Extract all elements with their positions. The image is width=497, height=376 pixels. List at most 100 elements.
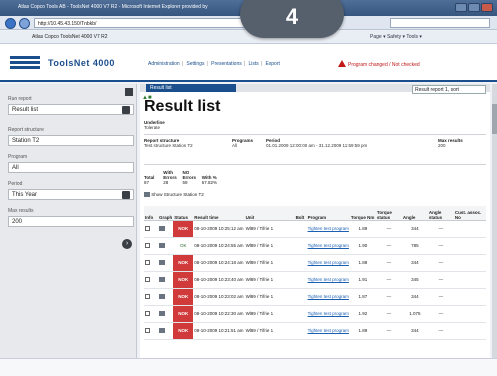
torque-value: 1.88: [349, 254, 376, 272]
table-row[interactable]: NOK 08-10-2009 10:25:12 am Wl89 / Tifrie 1…: [144, 220, 486, 238]
graph-icon[interactable]: [159, 243, 165, 249]
top-navigation: Administration | Settings | Presentations |…: [148, 61, 280, 67]
row-graph[interactable]: [158, 271, 174, 289]
app-logo-text: ToolsNet 4000: [48, 58, 115, 68]
angle-value: 344: [401, 254, 428, 272]
unit-cell: Wl89 / Tifrie 1: [244, 322, 295, 340]
table-row[interactable]: NOK 08-10-2009 10:21:51 am Wl89 / Tifrie 1…: [144, 322, 486, 340]
program-link[interactable]: Tighten test program: [306, 220, 350, 238]
structure-field[interactable]: Station T2: [8, 135, 134, 146]
close-button[interactable]: [481, 3, 493, 12]
col-angle[interactable]: Angle: [401, 206, 428, 221]
col-unit[interactable]: Unit: [244, 206, 295, 221]
graph-icon[interactable]: [159, 328, 165, 334]
program-link[interactable]: Tighten test program: [306, 322, 350, 340]
col-angle-status[interactable]: Angle status: [427, 206, 454, 221]
graph-icon[interactable]: [159, 226, 165, 232]
run-report-button[interactable]: ›: [122, 239, 132, 249]
row-info[interactable]: [144, 322, 158, 340]
row-info[interactable]: [144, 254, 158, 272]
row-graph[interactable]: [158, 220, 174, 238]
graph-icon[interactable]: [159, 311, 165, 317]
table-row[interactable]: OK 08-10-2009 10:24:55 am Wl89 / Tifrie 1 T…: [144, 237, 486, 255]
table-row[interactable]: NOK 08-10-2009 10:23:40 am Wl89 / Tifrie 1…: [144, 271, 486, 289]
export-link[interactable]: Show Structure Station T2: [144, 192, 204, 198]
col-torque[interactable]: Torque Nm: [349, 206, 376, 221]
col-bolt[interactable]: Bolt: [294, 206, 307, 221]
graph-icon[interactable]: [159, 277, 165, 283]
program-field[interactable]: All: [8, 162, 134, 173]
minimize-button[interactable]: [455, 3, 467, 12]
meta-structure: Report structure Test structure Station T…: [144, 138, 193, 148]
cust-cell: [453, 220, 486, 238]
row-graph[interactable]: [158, 254, 174, 272]
status-badge: NOK: [173, 271, 194, 289]
nav-administration[interactable]: Administration: [148, 61, 180, 67]
row-checkbox[interactable]: [145, 294, 150, 300]
col-torque-status[interactable]: Torque status: [375, 206, 402, 221]
row-info[interactable]: [144, 288, 158, 306]
forward-icon[interactable]: [19, 18, 30, 29]
graph-icon[interactable]: [159, 294, 165, 300]
table-row[interactable]: NOK 08-10-2009 10:23:02 am Wl89 / Tifrie 1…: [144, 288, 486, 306]
row-graph[interactable]: [158, 288, 174, 306]
app-header: ToolsNet 4000 Administration | Settings | …: [0, 44, 497, 82]
col-program[interactable]: Program: [306, 206, 350, 221]
nav-export[interactable]: Export: [265, 61, 279, 67]
favorite-tab[interactable]: Atlas Copco ToolsNet 4000 V7 R2: [32, 34, 108, 40]
table-row[interactable]: NOK 08-10-2009 10:22:30 am Wl89 / Tifrie 1…: [144, 305, 486, 323]
scrollbar-thumb[interactable]: [492, 104, 497, 134]
vertical-scrollbar[interactable]: [492, 84, 497, 358]
subtitle: Underline Tolerate: [144, 120, 165, 130]
row-checkbox[interactable]: [145, 311, 150, 317]
browser-tools-menu[interactable]: Page ▾ Safety ▾ Tools ▾: [370, 34, 422, 40]
row-checkbox[interactable]: [145, 277, 150, 283]
collapse-icon[interactable]: [125, 88, 133, 96]
calendar-icon[interactable]: [122, 191, 130, 199]
graph-icon[interactable]: [159, 260, 165, 266]
col-info[interactable]: Info: [144, 206, 158, 221]
maximize-button[interactable]: [468, 3, 480, 12]
row-info[interactable]: [144, 237, 158, 255]
cust-cell: [453, 305, 486, 323]
view-select[interactable]: Result report 1, sort: [412, 85, 486, 94]
program-link[interactable]: Tighten test program: [306, 288, 350, 306]
program-link[interactable]: Tighten test program: [306, 254, 350, 272]
report-picker-icon[interactable]: [122, 106, 130, 114]
nav-presentations[interactable]: Presentations: [211, 61, 242, 67]
browser-search-input[interactable]: [390, 18, 490, 28]
col-result-time[interactable]: Result time: [193, 206, 245, 221]
row-info[interactable]: [144, 220, 158, 238]
row-info[interactable]: [144, 271, 158, 289]
row-checkbox[interactable]: [145, 226, 150, 232]
row-graph[interactable]: [158, 305, 174, 323]
result-time: 08-10-2009 10:21:51 am: [193, 322, 245, 340]
col-graph[interactable]: Graph: [158, 206, 174, 221]
program-link[interactable]: Tighten test program: [306, 305, 350, 323]
table-row[interactable]: NOK 08-10-2009 10:24:18 am Wl89 / Tifrie 1…: [144, 254, 486, 272]
cust-cell: [453, 288, 486, 306]
program-link[interactable]: Tighten test program: [306, 237, 350, 255]
torque-value: 1.92: [349, 305, 376, 323]
stats-value: 28: [163, 180, 169, 185]
row-graph[interactable]: [158, 322, 174, 340]
row-info[interactable]: [144, 305, 158, 323]
row-checkbox[interactable]: [145, 328, 150, 334]
row-checkbox[interactable]: [145, 260, 150, 266]
program-warning[interactable]: Program changed / Not checked: [338, 60, 420, 68]
tab-result-list[interactable]: Result list: [146, 84, 236, 92]
period-field[interactable]: This Year: [8, 189, 134, 200]
result-time: 08-10-2009 10:24:55 am: [193, 237, 245, 255]
max-results-field[interactable]: 200: [8, 216, 134, 227]
back-icon[interactable]: [5, 18, 16, 29]
nav-settings[interactable]: Settings: [186, 61, 204, 67]
col-cust[interactable]: Cust. assoc. No: [453, 206, 486, 221]
meta-programs: Programs All: [232, 138, 254, 148]
report-select[interactable]: Result list: [8, 104, 134, 115]
col-status[interactable]: Status: [173, 206, 194, 221]
row-graph[interactable]: [158, 237, 174, 255]
row-checkbox[interactable]: [145, 243, 150, 249]
torque-status: —: [375, 271, 402, 289]
program-link[interactable]: Tighten test program: [306, 271, 350, 289]
nav-lists[interactable]: Lists: [248, 61, 258, 67]
